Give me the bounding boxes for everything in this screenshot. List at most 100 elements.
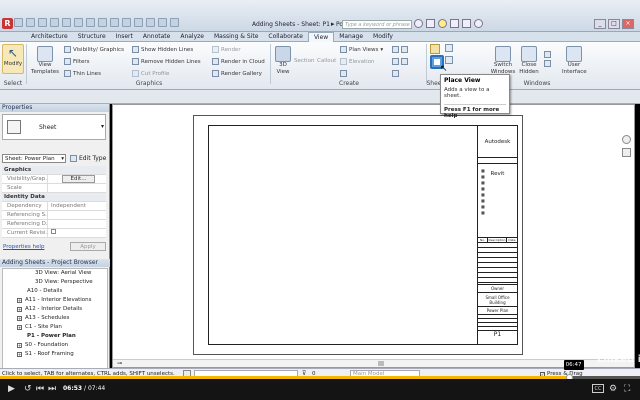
- filters-button[interactable]: Filters: [64, 57, 124, 66]
- text-icon[interactable]: [110, 18, 119, 27]
- expand-icon[interactable]: +: [17, 298, 22, 303]
- view-templates-button[interactable]: View Templates: [30, 46, 60, 76]
- tab-collaborate[interactable]: Collaborate: [263, 32, 308, 41]
- cart-icon[interactable]: [462, 19, 471, 28]
- instance-selector[interactable]: Sheet: Power Plan ▾: [2, 154, 66, 163]
- undo-icon[interactable]: [38, 18, 47, 27]
- properties-help-link[interactable]: Properties help: [3, 244, 44, 250]
- print-icon[interactable]: [62, 18, 71, 27]
- rewind-icon[interactable]: ↺: [24, 379, 32, 400]
- chevron-down-icon[interactable]: ▾: [101, 123, 104, 130]
- tab-manage[interactable]: Manage: [334, 32, 368, 41]
- search-icon[interactable]: [414, 19, 423, 28]
- tab-annotate[interactable]: Annotate: [138, 32, 175, 41]
- schedules-button[interactable]: [392, 57, 410, 66]
- thin-lines-button[interactable]: Thin Lines: [64, 69, 124, 78]
- tab-architecture[interactable]: Architecture: [26, 32, 73, 41]
- edit-button[interactable]: Edit...: [48, 175, 106, 183]
- thin-lines-icon[interactable]: [146, 18, 155, 27]
- modify-button[interactable]: ↖ Modify: [2, 44, 24, 74]
- captions-button[interactable]: CC: [592, 384, 604, 393]
- scale-icon[interactable]: ⊸: [117, 360, 122, 367]
- skip-forward-icon[interactable]: ⏭: [48, 379, 56, 400]
- plan-views-button[interactable]: Plan Views ▾: [340, 45, 383, 54]
- section-button[interactable]: Section: [294, 56, 314, 65]
- browser-item[interactable]: A10 - Details: [3, 287, 107, 296]
- cut-profile-button[interactable]: Cut Profile: [132, 69, 201, 78]
- tab-massing-site[interactable]: Massing & Site: [209, 32, 263, 41]
- tab-view[interactable]: View: [307, 32, 335, 42]
- minimize-button[interactable]: _: [594, 19, 606, 29]
- callout-button[interactable]: Callout: [317, 56, 336, 65]
- tile-button[interactable]: [544, 50, 553, 59]
- edit-type-button[interactable]: Edit Type: [70, 154, 106, 163]
- render-gallery-button[interactable]: Render Gallery: [212, 69, 265, 78]
- expand-icon[interactable]: +: [17, 352, 22, 357]
- title-block-icon[interactable]: [445, 44, 453, 52]
- checkbox[interactable]: [51, 229, 56, 234]
- identity-section[interactable]: Identity Data: [2, 193, 106, 202]
- drafting-view-button[interactable]: [340, 69, 383, 78]
- steering-wheel-icon[interactable]: [622, 135, 631, 144]
- expand-icon[interactable]: +: [17, 343, 22, 348]
- show-hidden-lines-button[interactable]: Show Hidden Lines: [132, 45, 201, 54]
- type-selector[interactable]: Sheet ▾: [2, 114, 106, 140]
- expand-icon[interactable]: +: [17, 325, 22, 330]
- redo-icon[interactable]: [50, 18, 59, 27]
- browser-item[interactable]: 3D View: Perspective: [3, 278, 107, 287]
- 3d-view-icon[interactable]: [122, 18, 131, 27]
- cascade-button[interactable]: [544, 59, 553, 68]
- fullscreen-icon[interactable]: ⛶: [624, 379, 630, 400]
- tab-analyze[interactable]: Analyze: [175, 32, 209, 41]
- arrow-icon[interactable]: ▸: [331, 20, 335, 28]
- save-icon[interactable]: [26, 18, 35, 27]
- sheet-icon[interactable]: [430, 44, 440, 54]
- expand-icon[interactable]: +: [17, 307, 22, 312]
- elevation-button[interactable]: Elevation: [340, 57, 383, 66]
- remove-hidden-lines-button[interactable]: Remove Hidden Lines: [132, 57, 201, 66]
- apply-button[interactable]: Apply: [70, 242, 106, 251]
- section-icon[interactable]: [134, 18, 143, 27]
- switch-windows-icon[interactable]: [170, 18, 179, 27]
- browser-item[interactable]: + A11 - Interior Elevations: [3, 296, 107, 305]
- star-icon[interactable]: [438, 19, 447, 28]
- render-button[interactable]: Render: [212, 45, 265, 54]
- view-reference-button[interactable]: [392, 69, 410, 78]
- browser-item[interactable]: + A13 - Schedules: [3, 314, 107, 323]
- close-button[interactable]: ×: [622, 19, 634, 29]
- open-icon[interactable]: [14, 18, 23, 27]
- graphics-section[interactable]: Graphics: [2, 166, 106, 175]
- render-cloud-button[interactable]: Render in Cloud: [212, 57, 265, 66]
- dimension-icon[interactable]: [86, 18, 95, 27]
- measure-icon[interactable]: [74, 18, 83, 27]
- browser-item[interactable]: P1 - Power Plan: [3, 332, 107, 341]
- tab-modify[interactable]: Modify: [368, 32, 398, 41]
- switch-windows-button[interactable]: Switch Windows: [488, 46, 518, 76]
- browser-item[interactable]: + S0 - Foundation: [3, 341, 107, 350]
- revisions-icon[interactable]: [445, 56, 453, 64]
- duplicate-view-button[interactable]: [392, 45, 410, 54]
- tag-icon[interactable]: [98, 18, 107, 27]
- help-icon[interactable]: [474, 19, 483, 28]
- play-icon[interactable]: ▶: [8, 379, 15, 400]
- app-menu-icon[interactable]: R: [2, 18, 13, 29]
- tab-structure[interactable]: Structure: [73, 32, 111, 41]
- visibility-graphics-button[interactable]: Visibility/ Graphics: [64, 45, 124, 54]
- scroll-thumb[interactable]: [378, 361, 384, 366]
- drawing-canvas[interactable]: Autodesk Revit ■ ■ ■ ■ ■ ■ ■ ■ No. Description …: [112, 104, 635, 368]
- browser-item[interactable]: + C1 - Site Plan: [3, 323, 107, 332]
- close-hidden-icon[interactable]: [158, 18, 167, 27]
- 3d-view-button[interactable]: 3D View: [274, 46, 292, 76]
- user-icon[interactable]: [450, 19, 459, 28]
- user-interface-button[interactable]: User Interface: [562, 46, 587, 76]
- tab-insert[interactable]: Insert: [111, 32, 138, 41]
- settings-icon[interactable]: ⚙: [609, 379, 617, 400]
- browser-item[interactable]: + A12 - Interior Details: [3, 305, 107, 314]
- expand-icon[interactable]: +: [17, 316, 22, 321]
- search-input[interactable]: Type a keyword or phrase: [342, 20, 412, 29]
- subscription-icon[interactable]: [426, 19, 435, 28]
- zoom-icon[interactable]: [622, 148, 631, 157]
- close-hidden-button[interactable]: Close Hidden: [518, 46, 540, 76]
- browser-item[interactable]: 3D View: Aerial View: [3, 269, 107, 278]
- maximize-button[interactable]: □: [608, 19, 620, 29]
